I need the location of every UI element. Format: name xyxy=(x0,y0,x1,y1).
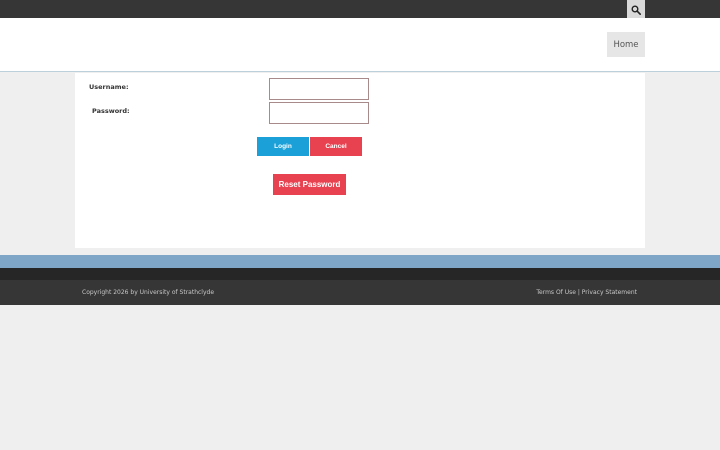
reset-password-button[interactable]: Reset Password xyxy=(273,174,346,195)
copyright-text: Copyright 2026 by University of Strathcl… xyxy=(82,289,215,296)
search-icon xyxy=(631,0,641,19)
privacy-statement-link[interactable]: Privacy Statement xyxy=(582,289,637,296)
footer-divider xyxy=(0,268,720,280)
username-input[interactable] xyxy=(269,78,369,100)
terms-of-use-link[interactable]: Terms Of Use xyxy=(536,289,576,296)
site-footer: Copyright 2026 by University of Strathcl… xyxy=(0,280,720,305)
home-nav-button[interactable]: Home xyxy=(607,32,645,57)
login-panel: Username: Password: Login Cancel Reset P… xyxy=(75,73,645,248)
password-input[interactable] xyxy=(269,102,369,124)
top-bar xyxy=(0,0,720,18)
site-header: Home xyxy=(0,18,720,72)
accent-band xyxy=(0,255,720,268)
login-button[interactable]: Login xyxy=(257,137,309,156)
username-label: Username: xyxy=(89,83,129,91)
search-button[interactable] xyxy=(627,0,645,18)
cancel-button[interactable]: Cancel xyxy=(310,137,362,156)
footer-links: Terms Of Use | Privacy Statement xyxy=(536,289,637,296)
footer-separator: | xyxy=(577,289,580,296)
password-label: Password: xyxy=(92,107,130,115)
